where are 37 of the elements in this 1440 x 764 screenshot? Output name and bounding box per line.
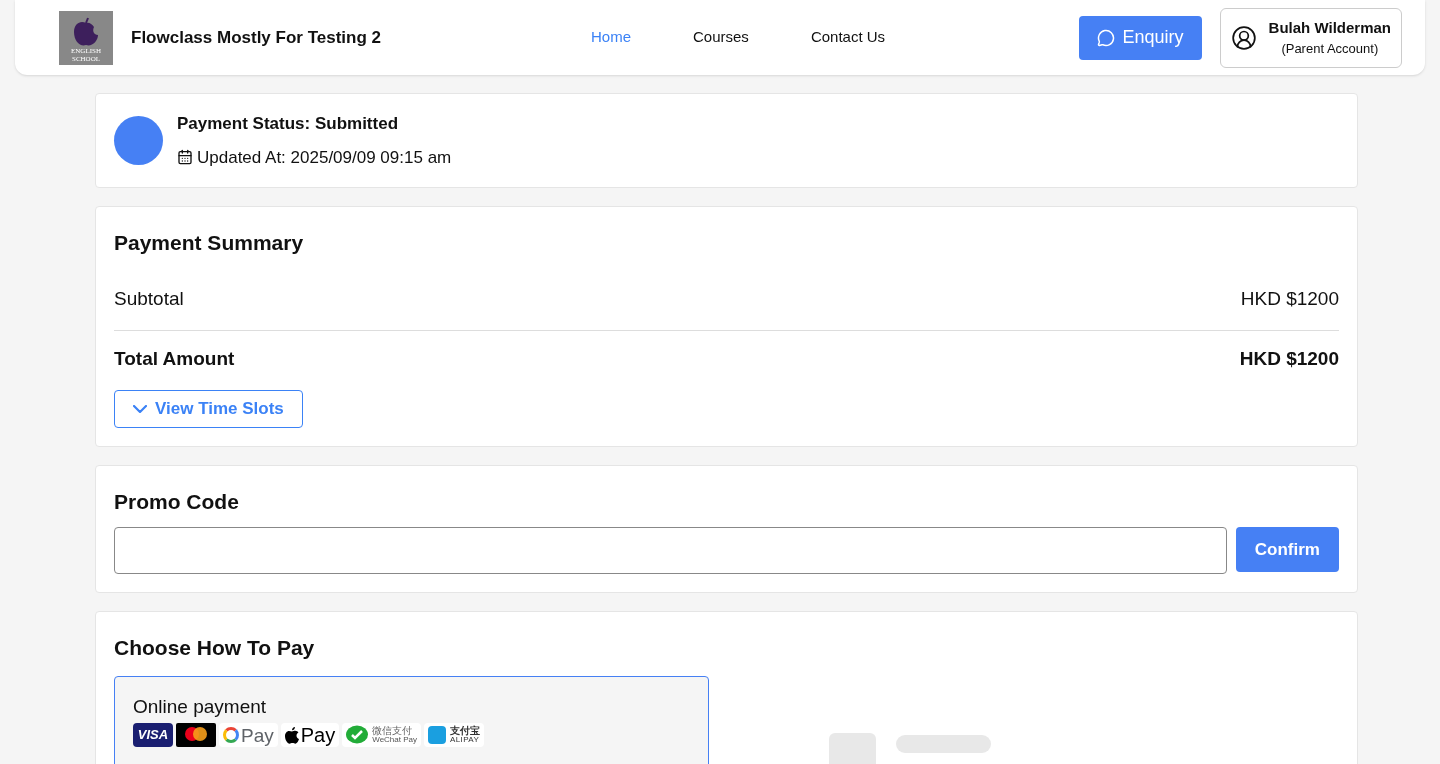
wechat-pay-chinese-text: 微信支付: [372, 726, 413, 736]
account-type: (Parent Account): [1281, 40, 1379, 58]
nav-link[interactable]: Home: [591, 26, 631, 49]
summary-value: HKD $1200: [1239, 347, 1339, 371]
pay-text: Pay: [241, 725, 274, 745]
summary-label: Total Amount: [114, 347, 235, 371]
mastercard-logo: [176, 723, 216, 747]
user-name: Bulah Wilderman: [1268, 17, 1391, 38]
summary-label: Subtotal: [114, 286, 184, 311]
visa-text: VISA: [137, 726, 169, 745]
nav-link[interactable]: Courses: [693, 26, 749, 49]
section-title: Promo Code: [114, 488, 240, 515]
nav-link[interactable]: Contact Us: [810, 26, 886, 49]
promo-code-field[interactable]: [114, 527, 1227, 574]
pay-text: Pay: [300, 725, 336, 745]
chat-icon: [1096, 28, 1115, 47]
section-title: Choose How To Pay: [114, 635, 316, 661]
alipay-icon: [428, 726, 446, 744]
alipay-chinese-text: 支付宝: [450, 726, 480, 736]
wechat-pay-text: WeChat Pay: [372, 736, 417, 744]
chevron-down-icon: [133, 404, 147, 413]
account-button[interactable]: Bulah Wilderman (Parent Account): [1219, 7, 1402, 68]
user-icon: [1230, 24, 1257, 51]
check-bubble-icon: [346, 725, 369, 745]
payment-status: Payment Status: Submitted: [177, 113, 400, 135]
summary-value: HKD $1200: [1240, 286, 1339, 311]
alipay-text: ALIPAY: [450, 736, 480, 744]
updated-time: Updated At: 2025/09/09 09:15 am: [197, 146, 452, 169]
calendar-icon: [177, 149, 193, 166]
site-title: Flowclass Mostly For Testing 2: [131, 26, 382, 49]
payment-option[interactable]: Online payment VISA Pay Pay 微信支付 WeChat Pay 支付宝 ALIPAY: [114, 675, 709, 764]
enquiry-button[interactable]: Enquiry: [1078, 15, 1202, 60]
section-title: Payment Summary: [114, 230, 305, 256]
view-time-slots-button[interactable]: View Time Slots: [114, 389, 303, 428]
confirm-button[interactable]: Confirm: [1235, 527, 1339, 572]
apple-icon: [284, 726, 299, 744]
option-label: Online payment: [133, 695, 267, 717]
